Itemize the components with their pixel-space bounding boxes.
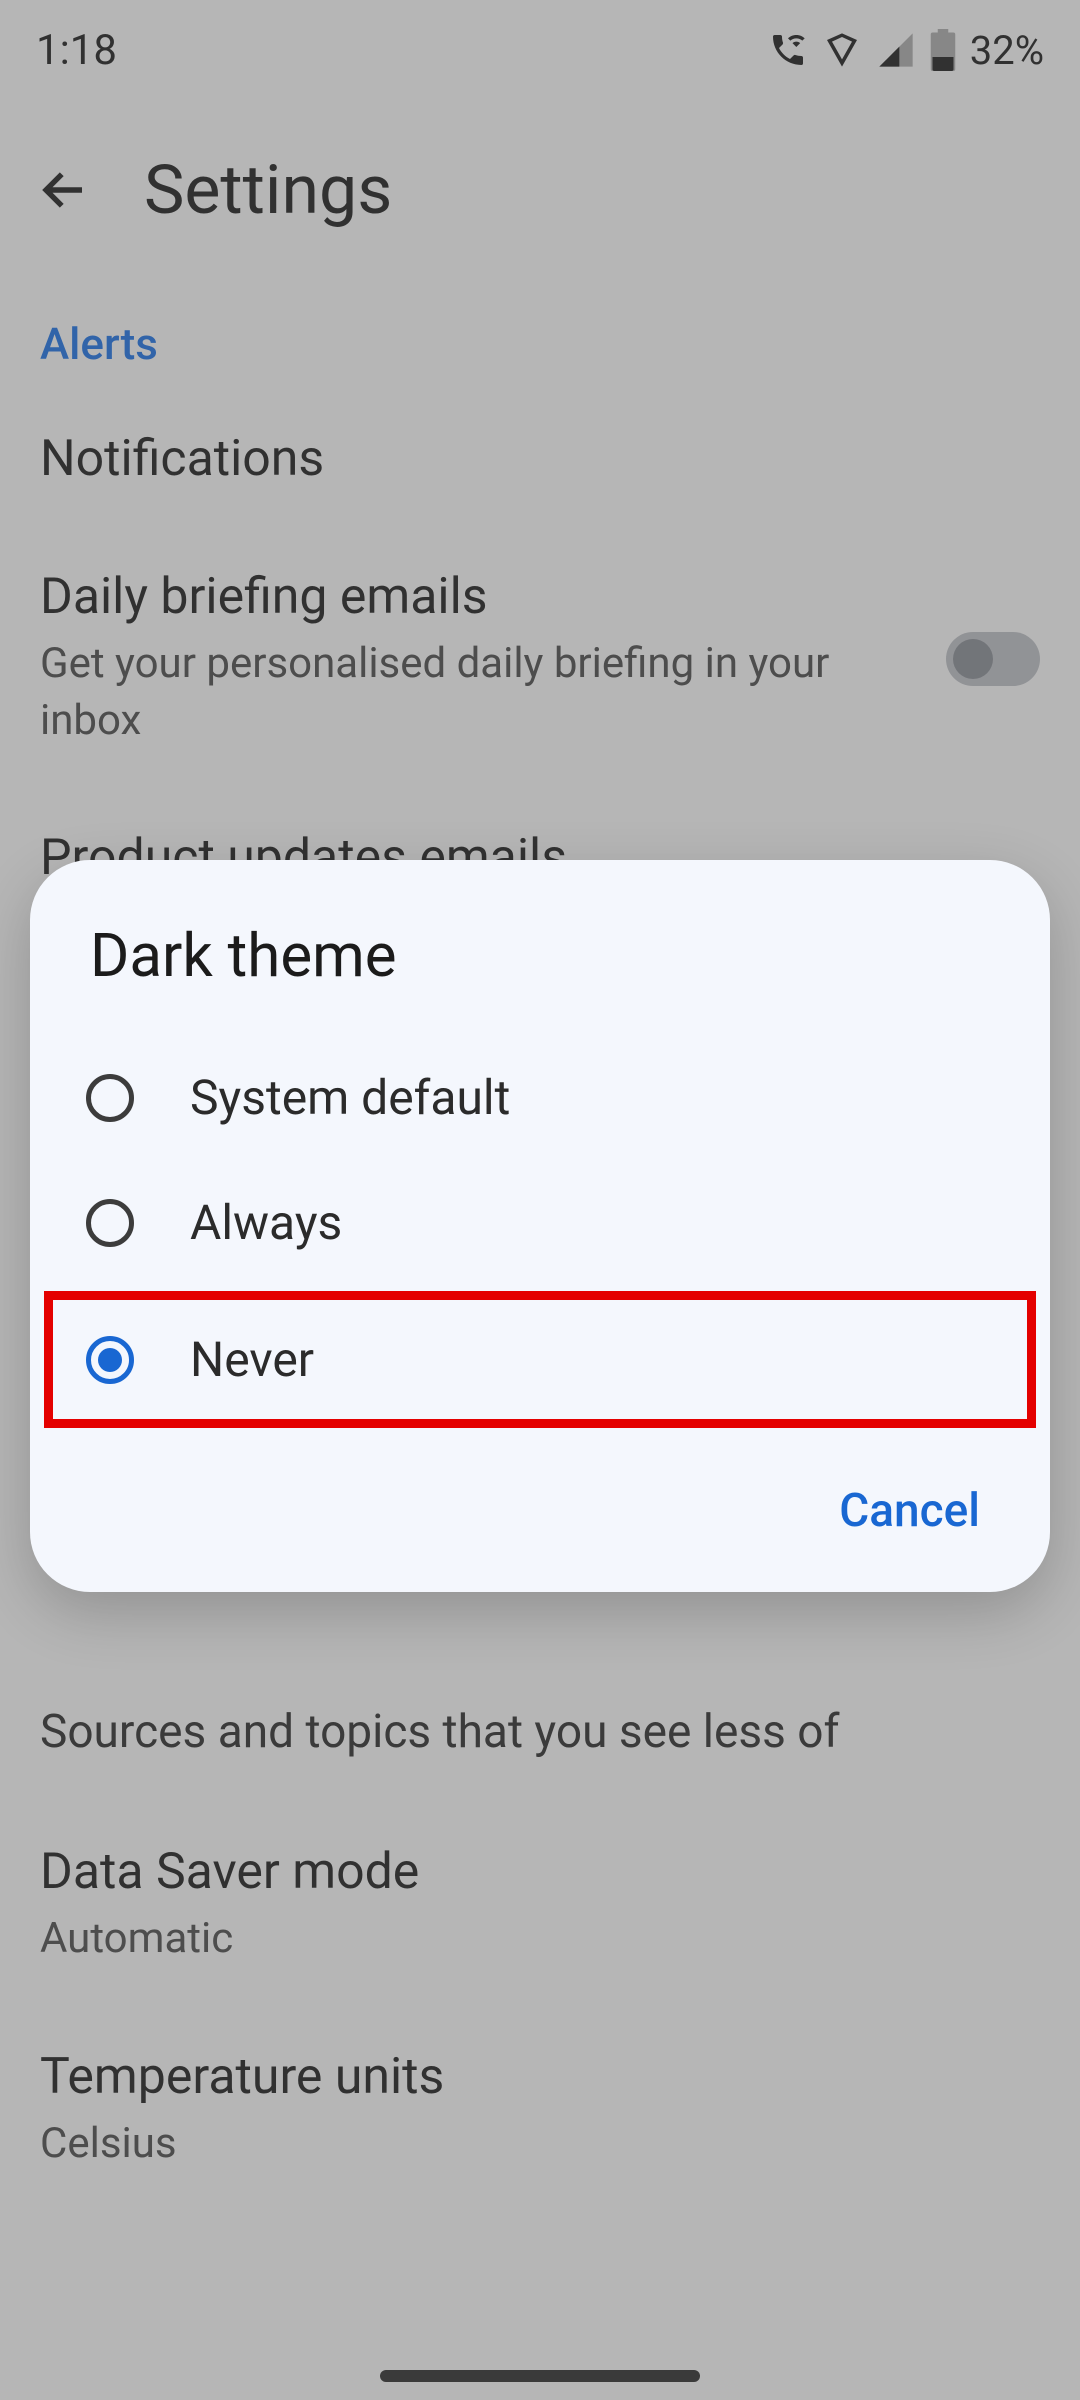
- option-label: Always: [190, 1194, 342, 1251]
- radio-icon: [86, 1336, 134, 1384]
- cancel-button[interactable]: Cancel: [839, 1484, 980, 1538]
- dialog-title: Dark theme: [30, 920, 1050, 1035]
- option-never[interactable]: Never: [50, 1297, 1030, 1422]
- dialog-actions: Cancel: [30, 1434, 1050, 1548]
- dark-theme-dialog: Dark theme System default Always Never C…: [30, 860, 1050, 1592]
- option-system-default[interactable]: System default: [30, 1035, 1050, 1160]
- radio-icon: [86, 1199, 134, 1247]
- option-label: Never: [190, 1331, 314, 1388]
- radio-icon: [86, 1074, 134, 1122]
- option-label: System default: [190, 1069, 510, 1126]
- option-always[interactable]: Always: [30, 1160, 1050, 1285]
